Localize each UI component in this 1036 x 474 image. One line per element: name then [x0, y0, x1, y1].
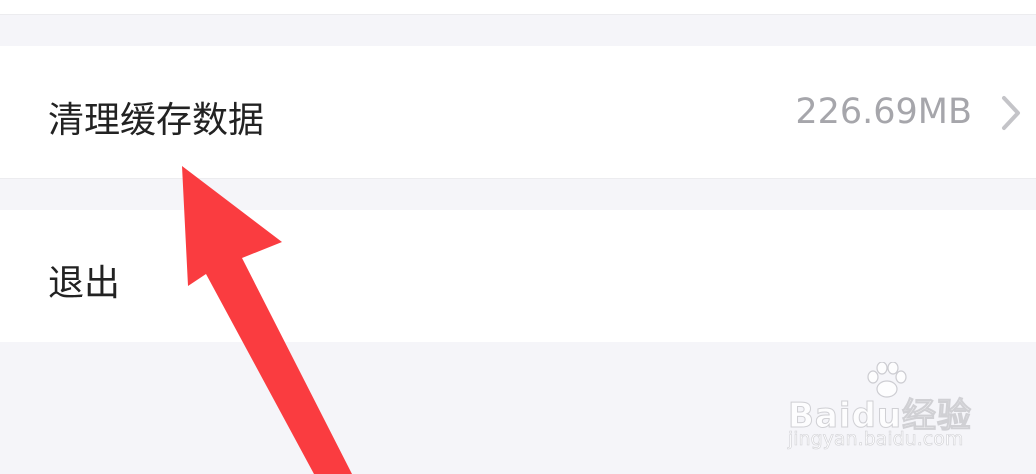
watermark-url: jingyan.baidu.com [788, 428, 964, 451]
chevron-right-icon [1002, 96, 1020, 130]
logout-row[interactable]: 退出 [0, 210, 1036, 342]
clear-cache-row[interactable]: 清理缓存数据 226.69MB [0, 46, 1036, 179]
logout-label: 退出 [48, 263, 121, 304]
baidu-jingyan-watermark: Baidu经验 jingyan.baidu.com [787, 362, 978, 458]
previous-section-row [0, 0, 1036, 15]
clear-cache-label: 清理缓存数据 [48, 100, 265, 141]
cache-size-value: 226.69MB [795, 92, 972, 132]
